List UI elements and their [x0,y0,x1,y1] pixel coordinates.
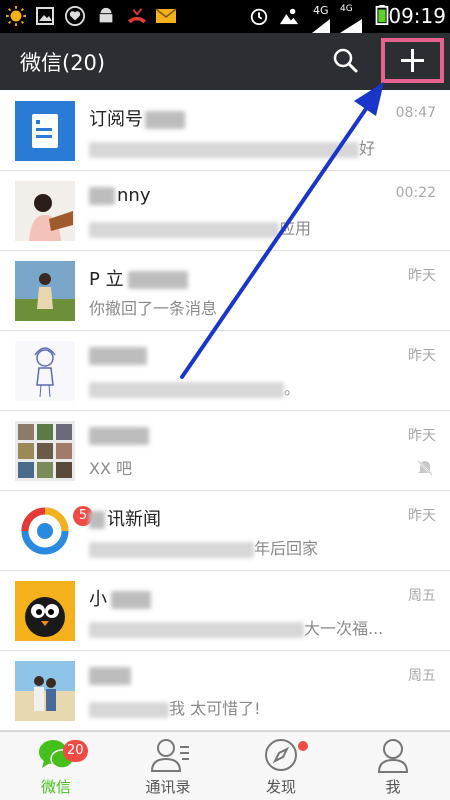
avatar [15,261,75,321]
chat-name: nny [89,185,150,206]
network-label-2: 4G [340,4,353,14]
android-icon [99,7,113,23]
weather-sun-icon [5,6,26,26]
chat-row[interactable]: nny 应用 00:22 [0,171,450,251]
tab-me[interactable]: 我 [337,732,449,800]
chat-row[interactable]: 5 讯新闻 年后回家 昨天 [0,491,450,571]
discover-tab-icon [265,739,297,771]
me-tab-icon [377,739,409,773]
search-icon[interactable] [330,45,362,77]
page-title: 微信(20) [20,51,106,75]
weather-mountain-icon [279,8,299,25]
chat-row[interactable]: XX 吧 昨天 [0,411,450,491]
add-button[interactable] [381,38,444,83]
status-bar: 4G 4G 09:19 [0,0,450,33]
heart-app-icon [65,6,85,26]
chat-preview: 应用 [89,215,311,239]
avatar: 5 [15,501,93,561]
chat-preview: 你撤回了一条消息 [89,299,218,318]
chat-preview: 好 [89,135,375,159]
avatar [15,661,75,721]
gallery-icon [36,7,54,25]
tencent-news-icon [15,501,75,561]
bottom-tab-bar: 20 微信 通讯录 发现 我 [0,731,450,800]
user-photo-icon [15,181,75,241]
contacts-tab-icon [150,739,189,772]
chat-row[interactable]: 。 昨天 [0,331,450,411]
chat-preview: 大一次福... [89,615,383,639]
chat-time: 昨天 [408,348,436,364]
avatar [15,581,75,641]
avatar [15,101,75,161]
chat-time: 昨天 [408,428,436,444]
plus-icon [401,49,424,72]
chats-badge: 20 [63,740,88,762]
chat-name [89,665,131,686]
subscription-icon [32,114,58,148]
chat-preview: 年后回家 [89,535,318,559]
avatar [15,181,75,241]
clock: 09:19 [388,4,446,28]
cartoon-avatar-icon [15,341,75,401]
tab-label: 通讯录 [145,778,191,796]
chat-time: 昨天 [408,268,436,284]
chat-preview: 。 [89,375,300,399]
app-header: 微信(20) [0,33,450,90]
tab-label: 微信 [40,778,71,796]
missed-call-icon [127,8,147,24]
chat-name: P 立 [89,265,188,291]
chat-name: 小 [89,585,151,611]
group-avatar-icon [15,421,75,481]
chat-row[interactable]: 我 太可惜了! 周五 [0,651,450,731]
chat-row[interactable]: 订阅号 好 08:47 [0,91,450,171]
chat-preview: XX 吧 [89,459,133,478]
chat-name [89,345,147,366]
chat-list: 订阅号 好 08:47 nny 应用 00:22 P 立 你撤回了一条消息 昨天… [0,91,450,731]
user-photo-icon [15,261,75,321]
chat-name: 订阅号 [89,105,185,131]
mail-icon [155,8,177,23]
avatar [15,341,75,401]
beach-photo-icon [15,661,75,721]
cartoon-bird-icon [15,581,75,641]
chat-time: 周五 [408,588,436,604]
alarm-icon [250,8,268,26]
chat-time: 08:47 [395,105,436,121]
tab-discover[interactable]: 发现 [225,732,337,800]
battery-icon [375,5,389,25]
tab-contacts[interactable]: 通讯录 [112,732,224,800]
chat-time: 00:22 [395,185,436,201]
tab-label: 发现 [265,778,296,796]
chat-preview: 我 太可惜了! [89,695,261,719]
chat-name: 讯新闻 [89,505,161,531]
discover-dot [298,741,308,751]
avatar [15,421,75,481]
mute-icon [417,460,433,476]
chat-name [89,425,149,446]
chat-time: 昨天 [408,508,436,524]
tab-label: 我 [385,778,401,796]
tab-chats[interactable]: 20 微信 [0,732,112,800]
chat-row[interactable]: P 立 你撤回了一条消息 昨天 [0,251,450,331]
chat-row[interactable]: 小 大一次福... 周五 [0,571,450,651]
chat-time: 周五 [408,668,436,684]
